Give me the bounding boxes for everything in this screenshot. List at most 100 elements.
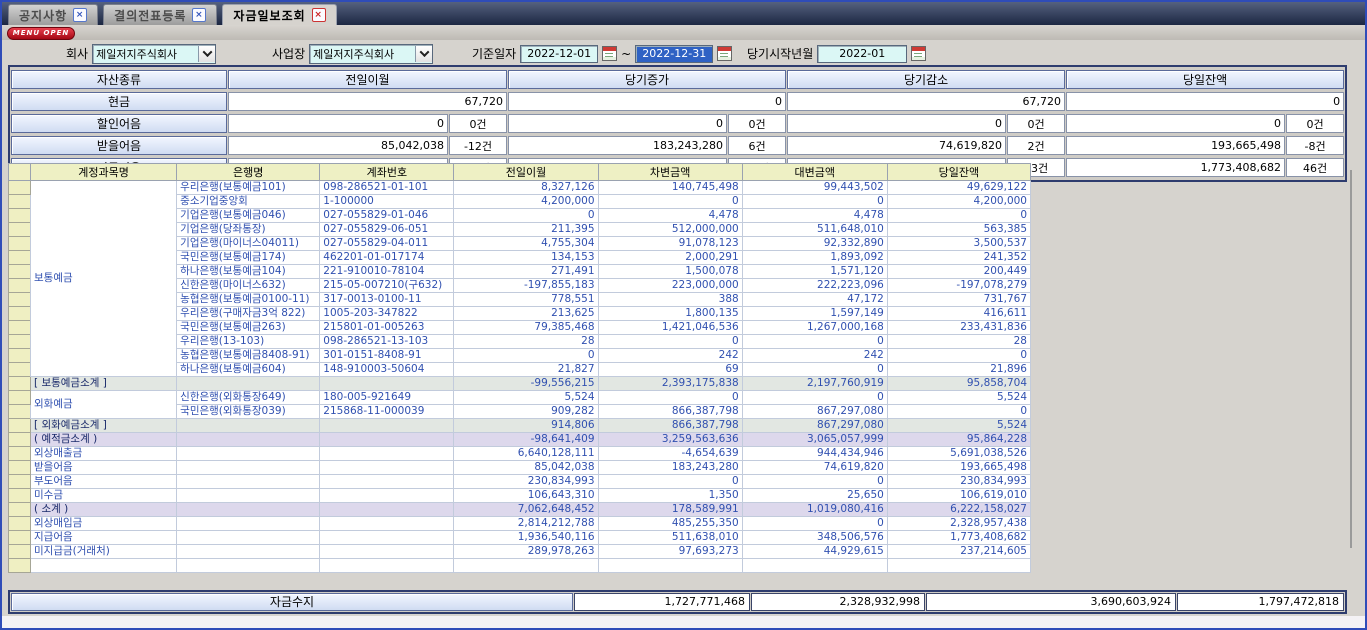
account-number-cell[interactable] [320, 559, 454, 573]
amount-cell[interactable]: 74,619,820 [742, 461, 887, 475]
account-number-cell[interactable] [320, 377, 454, 391]
tab-notice[interactable]: 공지사항 × [8, 4, 98, 25]
amount-cell[interactable]: 4,755,304 [454, 237, 598, 251]
bank-name-cell[interactable] [177, 503, 320, 517]
bank-name-cell[interactable]: 국민은행(외화통장039) [177, 405, 320, 419]
account-name-cell[interactable]: 외상매출금 [31, 447, 177, 461]
account-name-cell[interactable]: ( 소계 ) [31, 503, 177, 517]
bank-name-cell[interactable]: 기업은행(당좌통장) [177, 223, 320, 237]
table-row[interactable]: ( 예적금소계 )-98,641,4093,259,563,6363,065,0… [9, 433, 1031, 447]
amount-cell[interactable] [454, 559, 598, 573]
account-name-cell[interactable]: 미수금 [31, 489, 177, 503]
account-number-cell[interactable]: 462201-01-017174 [320, 251, 454, 265]
amount-cell[interactable]: 21,896 [887, 363, 1030, 377]
amount-cell[interactable]: 44,929,615 [742, 545, 887, 559]
bank-name-cell[interactable]: 우리은행(13-103) [177, 335, 320, 349]
amount-cell[interactable]: 4,478 [742, 209, 887, 223]
bank-name-cell[interactable]: 우리은행(보통예금101) [177, 181, 320, 195]
chevron-down-icon[interactable] [198, 46, 215, 62]
account-number-cell[interactable]: 027-055829-01-046 [320, 209, 454, 223]
table-row[interactable]: 외화예금신한은행(외화통장649)180-005-9216495,524005,… [9, 391, 1031, 405]
amount-cell[interactable]: 5,524 [887, 391, 1030, 405]
amount-cell[interactable]: 2,328,957,438 [887, 517, 1030, 531]
amount-cell[interactable]: 178,589,991 [598, 503, 742, 517]
amount-cell[interactable]: 28 [887, 335, 1030, 349]
bank-name-cell[interactable] [177, 517, 320, 531]
amount-cell[interactable]: 4,200,000 [454, 195, 598, 209]
row-selector[interactable] [9, 377, 31, 391]
amount-cell[interactable]: 193,665,498 [887, 461, 1030, 475]
amount-cell[interactable]: 485,255,350 [598, 517, 742, 531]
row-selector[interactable] [9, 461, 31, 475]
amount-cell[interactable]: 511,638,010 [598, 531, 742, 545]
vertical-scrollbar[interactable] [1350, 170, 1352, 548]
row-selector[interactable] [9, 531, 31, 545]
amount-cell[interactable]: 47,172 [742, 293, 887, 307]
amount-cell[interactable]: 867,297,080 [742, 405, 887, 419]
row-selector[interactable] [9, 251, 31, 265]
row-selector[interactable] [9, 391, 31, 405]
amount-cell[interactable]: 95,858,704 [887, 377, 1030, 391]
amount-cell[interactable]: -99,556,215 [454, 377, 598, 391]
amount-cell[interactable]: 512,000,000 [598, 223, 742, 237]
site-select[interactable]: 제일저지주식회사 [309, 44, 433, 64]
row-selector[interactable] [9, 321, 31, 335]
row-selector[interactable] [9, 195, 31, 209]
amount-cell[interactable]: 0 [454, 349, 598, 363]
bank-name-cell[interactable]: 농협은행(보통예금0100-11) [177, 293, 320, 307]
row-selector[interactable] [9, 181, 31, 195]
account-name-cell[interactable]: 미지급금(거래처) [31, 545, 177, 559]
table-row[interactable]: 미수금106,643,3101,35025,650106,619,010 [9, 489, 1031, 503]
amount-cell[interactable]: 5,524 [887, 419, 1030, 433]
amount-cell[interactable]: 0 [742, 475, 887, 489]
amount-cell[interactable]: -4,654,639 [598, 447, 742, 461]
amount-cell[interactable]: 213,625 [454, 307, 598, 321]
amount-cell[interactable]: 79,385,468 [454, 321, 598, 335]
row-selector[interactable] [9, 545, 31, 559]
account-name-cell[interactable]: ( 예적금소계 ) [31, 433, 177, 447]
amount-cell[interactable]: 1,350 [598, 489, 742, 503]
bank-name-cell[interactable] [177, 447, 320, 461]
amount-cell[interactable]: 731,767 [887, 293, 1030, 307]
row-selector[interactable] [9, 279, 31, 293]
bank-name-cell[interactable]: 신한은행(마이너스632) [177, 279, 320, 293]
amount-cell[interactable]: 8,327,126 [454, 181, 598, 195]
amount-cell[interactable]: 183,243,280 [598, 461, 742, 475]
amount-cell[interactable]: 3,065,057,999 [742, 433, 887, 447]
row-selector[interactable] [9, 265, 31, 279]
account-number-cell[interactable]: 215-05-007210(구632) [320, 279, 454, 293]
row-selector[interactable] [9, 419, 31, 433]
table-row[interactable]: 지급어음1,936,540,116511,638,010348,506,5761… [9, 531, 1031, 545]
account-number-cell[interactable]: 215868-11-000039 [320, 405, 454, 419]
bank-name-cell[interactable] [177, 461, 320, 475]
amount-cell[interactable]: 241,352 [887, 251, 1030, 265]
row-selector[interactable] [9, 349, 31, 363]
amount-cell[interactable]: 909,282 [454, 405, 598, 419]
amount-cell[interactable]: -197,078,279 [887, 279, 1030, 293]
row-selector[interactable] [9, 223, 31, 237]
amount-cell[interactable]: 4,478 [598, 209, 742, 223]
bank-name-cell[interactable] [177, 419, 320, 433]
account-number-cell[interactable]: 148-910003-50604 [320, 363, 454, 377]
account-number-cell[interactable] [320, 489, 454, 503]
amount-cell[interactable]: 237,214,605 [887, 545, 1030, 559]
account-number-cell[interactable] [320, 531, 454, 545]
amount-cell[interactable]: 25,650 [742, 489, 887, 503]
amount-cell[interactable]: 0 [742, 363, 887, 377]
amount-cell[interactable]: 1,800,135 [598, 307, 742, 321]
table-row[interactable]: 미지급금(거래처)289,978,26397,693,27344,929,615… [9, 545, 1031, 559]
amount-cell[interactable]: 416,611 [887, 307, 1030, 321]
amount-cell[interactable]: 388 [598, 293, 742, 307]
account-number-cell[interactable]: 1-100000 [320, 195, 454, 209]
amount-cell[interactable]: 5,524 [454, 391, 598, 405]
amount-cell[interactable]: 49,629,122 [887, 181, 1030, 195]
table-row[interactable]: 외상매출금6,640,128,111-4,654,639944,434,9465… [9, 447, 1031, 461]
account-name-cell[interactable]: 외화예금 [31, 391, 177, 419]
row-selector[interactable] [9, 405, 31, 419]
amount-cell[interactable]: 200,449 [887, 265, 1030, 279]
calendar-icon[interactable] [911, 46, 926, 61]
bank-name-cell[interactable]: 기업은행(보통예금046) [177, 209, 320, 223]
bank-name-cell[interactable]: 신한은행(외화통장649) [177, 391, 320, 405]
calendar-icon[interactable] [602, 46, 617, 61]
account-number-cell[interactable] [320, 461, 454, 475]
